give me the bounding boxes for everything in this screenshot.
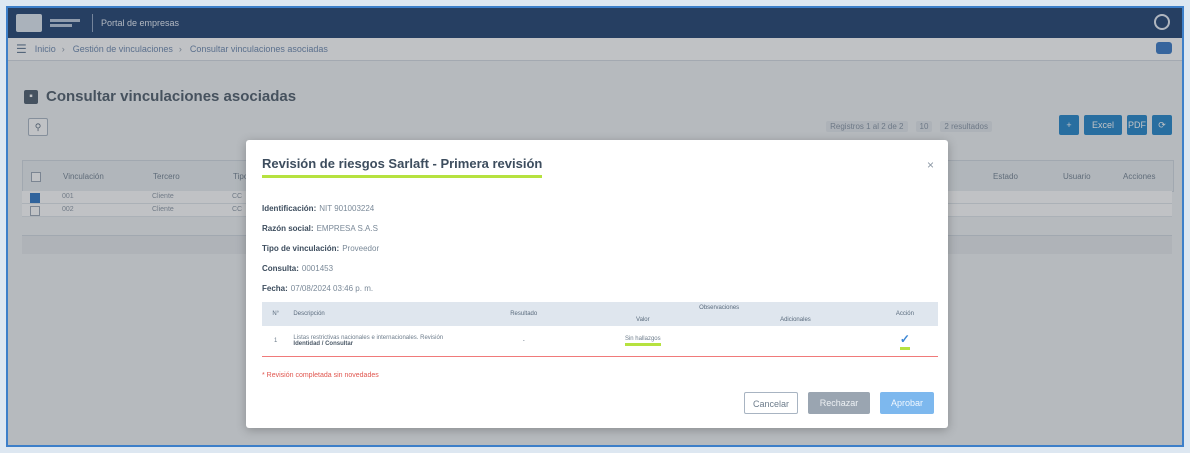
field-identificacion: Identificación: NIT 901003224 (262, 204, 374, 213)
field-value: EMPRESA S.A.S (316, 224, 378, 233)
approve-button[interactable]: Aprobar (880, 392, 934, 414)
field-tipo-vinculacion: Tipo de vinculación: Proveedor (262, 244, 379, 253)
column-header-adicionales: Adicionales (719, 314, 872, 326)
column-header-accion: Acción (871, 302, 938, 326)
field-value: Proveedor (342, 244, 380, 253)
sarlaft-review-modal: Revisión de riesgos Sarlaft - Primera re… (246, 140, 948, 428)
field-label: Identificación: (262, 204, 317, 213)
check-icon[interactable]: ✓ (900, 332, 910, 346)
field-label: Tipo de vinculación: (262, 244, 340, 253)
row-num: 1 (262, 326, 290, 357)
reject-button[interactable]: Rechazar (808, 392, 870, 414)
row-description-sub: Identidad / Consultar (293, 341, 354, 347)
field-value: NIT 901003224 (319, 204, 375, 213)
modal-title: Revisión de riesgos Sarlaft - Primera re… (262, 156, 543, 178)
row-accion-mark: ✓ (899, 332, 910, 350)
modal-actions: Cancelar Rechazar Aprobar (744, 392, 934, 414)
column-header-observaciones: Observaciones (566, 302, 872, 314)
row-adicionales (719, 326, 872, 357)
column-header-valor: Valor (566, 314, 720, 326)
validation-message: * Revisión completada sin novedades (262, 372, 379, 379)
row-description: Listas restrictivas nacionales e interna… (289, 326, 481, 357)
field-value: 0001453 (301, 264, 334, 273)
cancel-button[interactable]: Cancelar (744, 392, 798, 414)
review-table: N° Descripción Resultado Observaciones A… (262, 302, 938, 357)
row-valor-text: Sin hallazgos (624, 336, 661, 346)
column-header-description: Descripción (289, 302, 481, 326)
column-header-num: N° (262, 302, 290, 326)
field-label: Consulta: (262, 264, 299, 273)
close-icon[interactable]: × (927, 158, 934, 172)
row-valor: Sin hallazgos (566, 326, 720, 357)
field-fecha: Fecha: 07/08/2024 03:46 p. m. (262, 284, 373, 293)
field-razon-social: Razón social: EMPRESA S.A.S (262, 224, 378, 233)
field-label: Razón social: (262, 224, 314, 233)
row-accion: ✓ (871, 326, 938, 357)
row-resultado: - (480, 326, 567, 357)
field-label: Fecha: (262, 284, 288, 293)
table-row: 1 Listas restrictivas nacionales e inter… (262, 326, 938, 357)
field-consulta: Consulta: 0001453 (262, 264, 333, 273)
column-header-resultado: Resultado (480, 302, 567, 326)
field-value: 07/08/2024 03:46 p. m. (290, 284, 374, 293)
app-window: Portal de empresas ☰ Inicio › Gestión de… (6, 6, 1184, 447)
